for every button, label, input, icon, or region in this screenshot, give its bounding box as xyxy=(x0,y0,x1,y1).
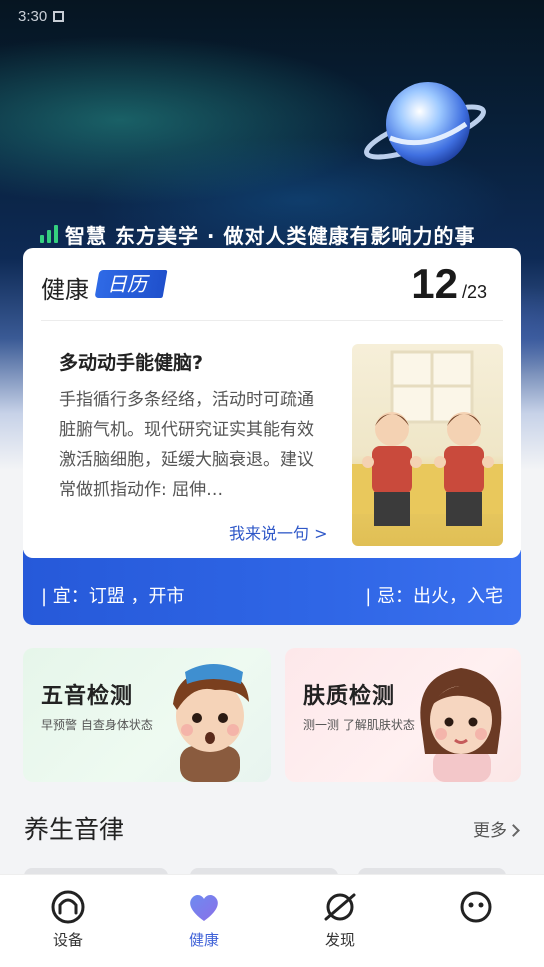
tab-device[interactable]: 设备 xyxy=(28,889,108,950)
status-time: 3:30 xyxy=(18,8,48,25)
planet-icon xyxy=(364,82,486,166)
feature-title: 五音检测 xyxy=(41,684,134,709)
chevron-right-icon xyxy=(507,824,520,837)
bottom-tab-bar: 设备 健康 发现 xyxy=(0,874,544,967)
headphones-icon xyxy=(51,890,85,924)
tip-illustration xyxy=(352,344,503,546)
calendar-title: 健康 xyxy=(41,276,89,304)
feature-subtitle: 早预警 自查身体状态 xyxy=(41,718,153,732)
planet-icon xyxy=(324,893,356,921)
notification-icon xyxy=(53,11,65,22)
skin-test-card[interactable]: 肤质检测 测一测 了解肌肤状态 xyxy=(285,648,521,782)
calendar-date: 12/23 xyxy=(411,260,487,308)
slogan-banner: 智慧 东方美学 · 做对人类健康有影响力的事 xyxy=(40,218,544,250)
status-bar: 3:30 xyxy=(18,8,65,25)
tab-label: 设备 xyxy=(52,931,83,949)
voice-test-card[interactable]: 五音检测 早预警 自查身体状态 xyxy=(23,648,271,782)
signal-bars-icon xyxy=(40,225,58,243)
more-link[interactable]: 更多 xyxy=(473,816,520,841)
divider xyxy=(41,320,503,321)
tip-title: 多动动手能健脑? xyxy=(59,352,204,374)
boy-avatar-icon xyxy=(173,664,249,782)
girl-avatar-icon xyxy=(420,668,502,782)
comment-link[interactable]: 我来说一句 > xyxy=(229,520,328,544)
calendar-tag: 日历 xyxy=(94,270,168,298)
calendar-month: /23 xyxy=(461,282,487,302)
tab-label: 健康 xyxy=(188,931,219,949)
feature-subtitle: 测一测 了解肌肤状态 xyxy=(303,718,415,732)
section-title: 养生音律 xyxy=(24,815,125,844)
tab-discover[interactable]: 发现 xyxy=(300,889,380,950)
calendar-day: 12 xyxy=(411,260,458,307)
tab-health[interactable]: 健康 xyxy=(164,889,244,950)
tab-label: 发现 xyxy=(324,931,355,949)
slogan-text: 智慧 东方美学 · 做对人类健康有影响力的事 xyxy=(65,223,476,248)
smiley-icon xyxy=(460,891,492,923)
ji-text: | 忌：出火，入宅 xyxy=(365,586,503,607)
yi-ji-bar: | 宜：订盟 ，开市 | 忌：出火，入宅 xyxy=(23,550,521,625)
yi-text: | 宜：订盟 ，开市 xyxy=(41,586,185,607)
tab-profile[interactable] xyxy=(436,889,516,929)
tip-body: 手指循行多条经络，活动时可疏通脏腑气机。现代研究证实其能有效激活脑细胞，延缓大脑… xyxy=(59,390,314,500)
heart-icon xyxy=(190,895,218,921)
health-calendar-card[interactable]: 健康 日历 12/23 多动动手能健脑? 手指循行多条经络，活动时可疏通脏腑气机… xyxy=(23,248,521,558)
feature-title: 肤质检测 xyxy=(303,684,396,709)
